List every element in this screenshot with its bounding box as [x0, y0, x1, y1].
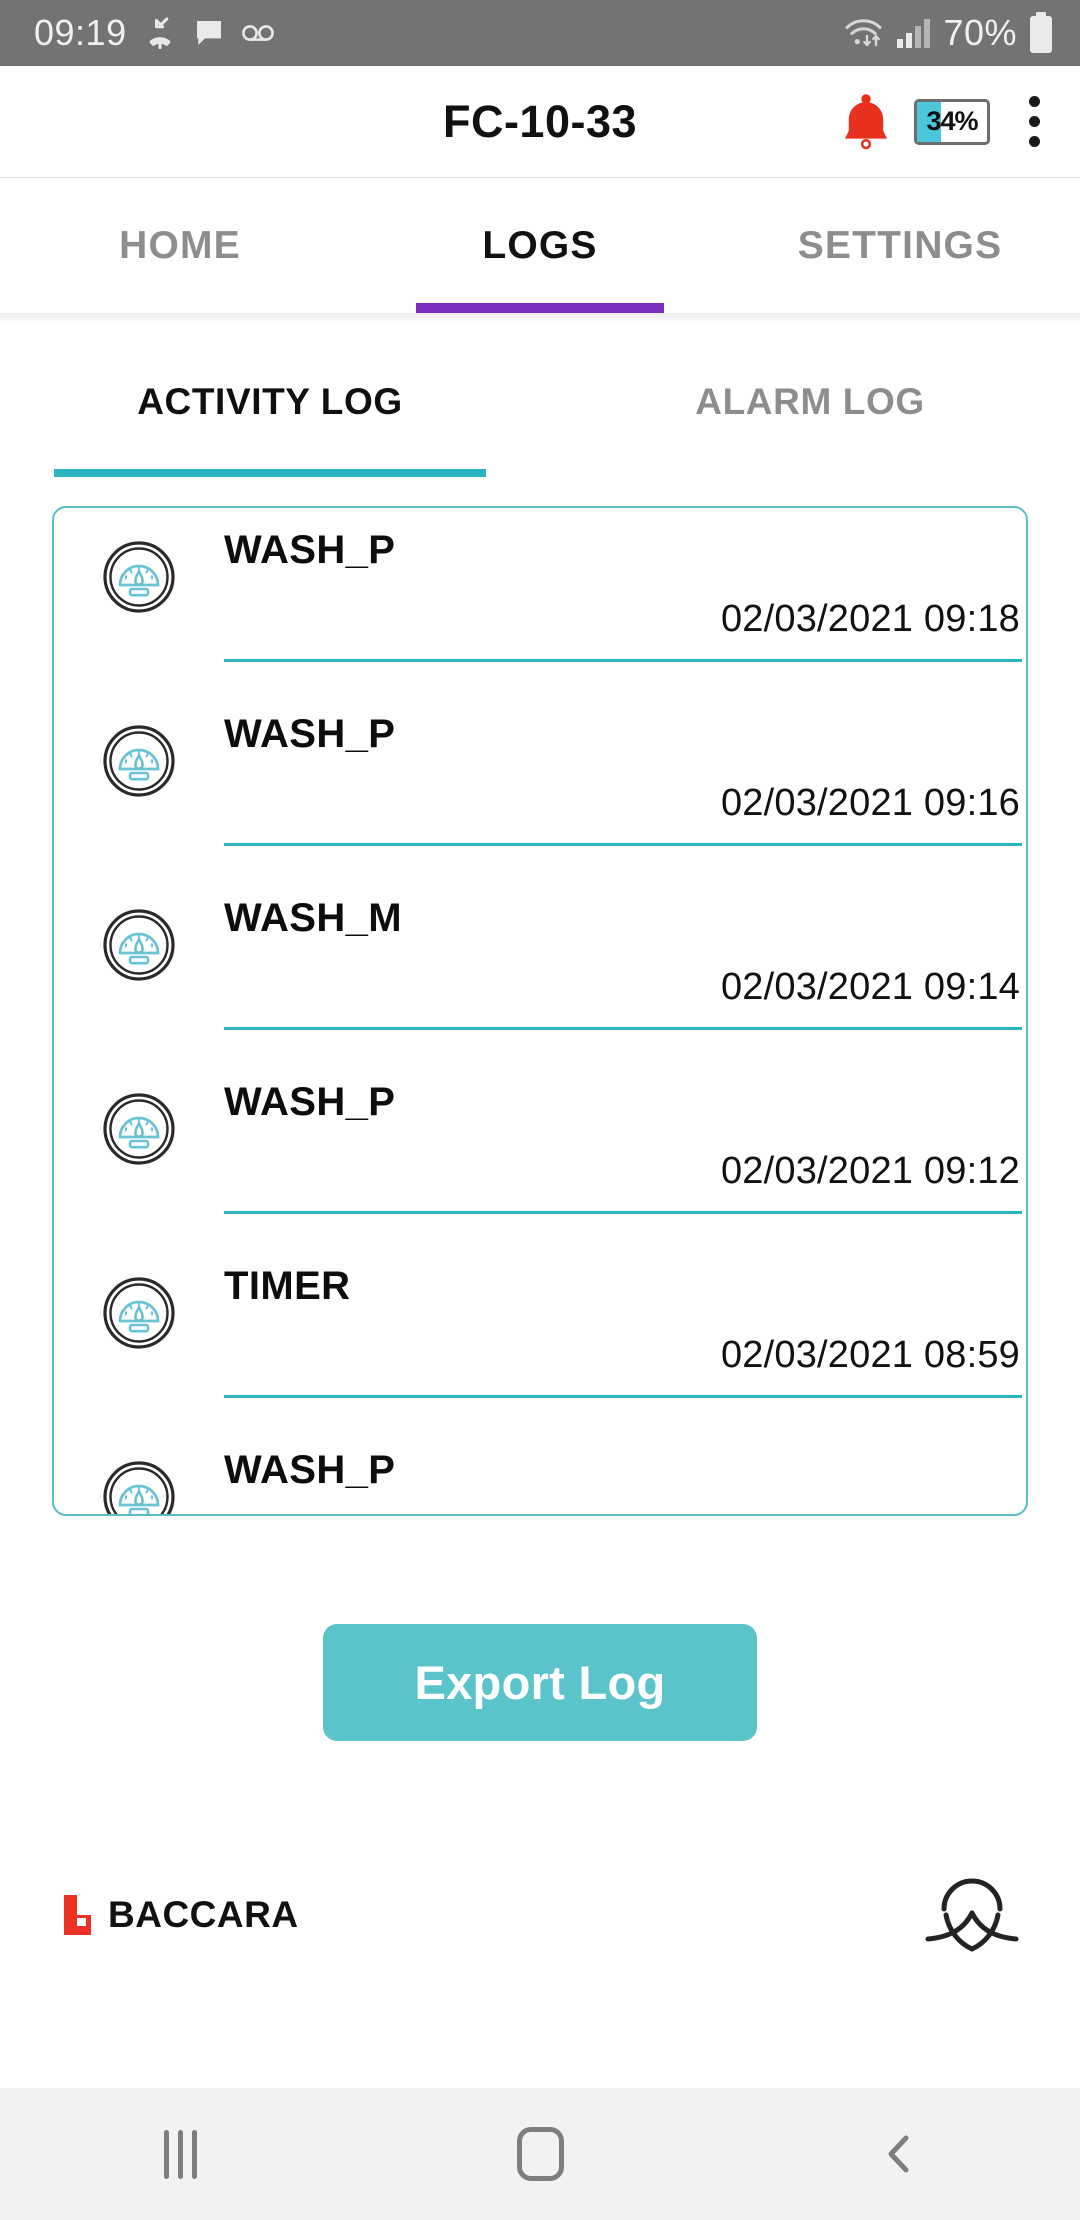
- tab-logs-label: LOGS: [482, 223, 598, 267]
- baccara-brand-name: BACCARA: [108, 1893, 299, 1935]
- app-bar-actions: 34%: [840, 90, 1080, 154]
- pressure-gauge-icon: [103, 1461, 175, 1514]
- log-entry-row[interactable]: WASH_P 02/03/2021 09:12: [54, 1060, 1026, 1244]
- log-entry-body: WASH_P 02/03/2021 09:12: [224, 1082, 1026, 1214]
- kebab-dot: [1028, 116, 1040, 127]
- subtab-activity-log[interactable]: ACTIVITY LOG: [0, 381, 540, 506]
- nav-recents-button[interactable]: [0, 2129, 360, 2179]
- export-action-area: Export Log: [0, 1516, 1080, 1741]
- log-entry-timestamp: 02/03/2021 08:59: [720, 1334, 1020, 1376]
- log-entry-body: WASH_P 02/03/2021 09:18: [224, 530, 1026, 662]
- log-entry-timestamp: 02/03/2021 09:18: [720, 598, 1020, 640]
- tab-settings-label: SETTINGS: [797, 223, 1003, 267]
- crossed-lines-logo-icon: [925, 1878, 1019, 1951]
- battery-icon: [1030, 12, 1052, 53]
- recents-bar: [177, 2129, 183, 2179]
- voicemail-icon: [241, 25, 274, 41]
- log-entry-body: WASH_M 02/03/2021 09:14: [224, 898, 1026, 1030]
- tab-bar-shadow: [0, 313, 1080, 321]
- log-entry-icon: [54, 1266, 224, 1350]
- pressure-gauge-icon: [103, 909, 175, 981]
- recents-bar: [163, 2129, 169, 2179]
- log-entry-icon: [54, 530, 224, 614]
- subtab-alarm-log-label: ALARM LOG: [695, 381, 925, 422]
- subtab-alarm-log[interactable]: ALARM LOG: [540, 381, 1080, 506]
- log-entry-label: WASH_P: [224, 712, 396, 756]
- log-entry-label: WASH_M: [224, 896, 402, 940]
- cellular-signal-icon: [897, 19, 931, 48]
- device-battery-label: 34%: [926, 106, 978, 136]
- log-entry-row[interactable]: TIMER 02/03/2021 08:59: [54, 1244, 1026, 1428]
- app-bar: FC-10-33 34%: [0, 66, 1080, 178]
- kebab-dot: [1028, 136, 1040, 147]
- pressure-gauge-icon: [103, 1277, 175, 1349]
- device-battery-indicator: 34%: [914, 98, 990, 145]
- pressure-gauge-icon: [103, 1093, 175, 1165]
- log-entry-row[interactable]: WASH_M 02/03/2021 09:14: [54, 876, 1026, 1060]
- log-entry-label: WASH_P: [224, 1080, 396, 1124]
- status-bar-clock: 09:19: [34, 12, 127, 53]
- tab-logs[interactable]: LOGS: [360, 178, 720, 313]
- log-entry-body: WASH_P 02/03/2021 09:16: [224, 714, 1026, 846]
- tab-home-label: HOME: [119, 223, 241, 267]
- log-entry-divider: [224, 1027, 1022, 1030]
- status-bar-left: 09:19: [34, 12, 275, 54]
- log-entry-label: WASH_P: [224, 528, 396, 572]
- back-icon: [888, 2135, 909, 2173]
- recents-bar: [191, 2129, 197, 2179]
- recents-icon: [163, 2129, 197, 2179]
- main-tab-bar: HOME LOGS SETTINGS: [0, 178, 1080, 313]
- tab-home[interactable]: HOME: [0, 178, 360, 313]
- missed-call-icon: [149, 17, 171, 50]
- activity-log-section: WASH_P 02/03/2021 09:18 WASH_P 02/03/2021 0…: [0, 506, 1080, 1516]
- log-entry-divider: [224, 1395, 1022, 1398]
- activity-log-list[interactable]: WASH_P 02/03/2021 09:18 WASH_P 02/03/2021 0…: [52, 506, 1028, 1516]
- log-entry-timestamp: 02/03/2021 09:14: [720, 966, 1020, 1008]
- tab-indicator: [416, 303, 664, 313]
- android-nav-bar: [0, 2088, 1080, 2220]
- log-entry-icon: [54, 898, 224, 982]
- log-entry-row[interactable]: WASH_P 02/03/2021 09:16: [54, 692, 1026, 876]
- subtab-activity-log-label: ACTIVITY LOG: [137, 381, 403, 422]
- log-entry-row[interactable]: WASH_P: [54, 1428, 1026, 1514]
- log-entry-body: TIMER 02/03/2021 08:59: [224, 1266, 1026, 1398]
- log-entry-divider: [224, 1211, 1022, 1214]
- log-entry-divider: [224, 843, 1022, 846]
- wifi-icon: [845, 19, 882, 47]
- log-entry-icon: [54, 1450, 224, 1514]
- nav-home-button[interactable]: [360, 2127, 720, 2181]
- kebab-menu-icon[interactable]: [1012, 90, 1056, 154]
- message-icon: [196, 21, 221, 45]
- home-icon: [516, 2127, 564, 2181]
- baccara-b-logo-icon: [64, 1894, 91, 1935]
- tab-settings[interactable]: SETTINGS: [720, 178, 1080, 313]
- status-bar-battery-percent: 70%: [943, 12, 1017, 53]
- log-entry-timestamp: 02/03/2021 09:16: [720, 782, 1020, 824]
- log-entry-timestamp: 02/03/2021 09:12: [720, 1150, 1020, 1192]
- footer: BACCARA: [0, 1741, 1080, 2088]
- nav-back-button[interactable]: [720, 2133, 1080, 2175]
- baccara-brand: BACCARA: [62, 1891, 299, 1939]
- system-status-bar: 09:19 70%: [0, 0, 1080, 66]
- log-entry-label: TIMER: [224, 1264, 351, 1308]
- log-entry-row[interactable]: WASH_P 02/03/2021 09:18: [54, 508, 1026, 692]
- bell-icon[interactable]: [840, 92, 892, 152]
- kebab-dot: [1028, 96, 1040, 107]
- log-sub-tab-bar: ACTIVITY LOG ALARM LOG: [0, 321, 1080, 506]
- log-entry-label: WASH_P: [224, 1448, 396, 1492]
- subtab-indicator: [54, 469, 486, 477]
- log-entry-body: WASH_P: [224, 1448, 1026, 1514]
- log-entry-divider: [224, 659, 1022, 662]
- log-entry-icon: [54, 1082, 224, 1166]
- pressure-gauge-icon: [103, 541, 175, 613]
- export-log-button[interactable]: Export Log: [323, 1624, 757, 1741]
- log-entry-icon: [54, 714, 224, 798]
- phone-screen: 09:19 70% FC-10-33 34% HOME LOGS SETTING…: [0, 0, 1080, 2220]
- status-bar-right: 70%: [843, 12, 1054, 54]
- pressure-gauge-icon: [103, 725, 175, 797]
